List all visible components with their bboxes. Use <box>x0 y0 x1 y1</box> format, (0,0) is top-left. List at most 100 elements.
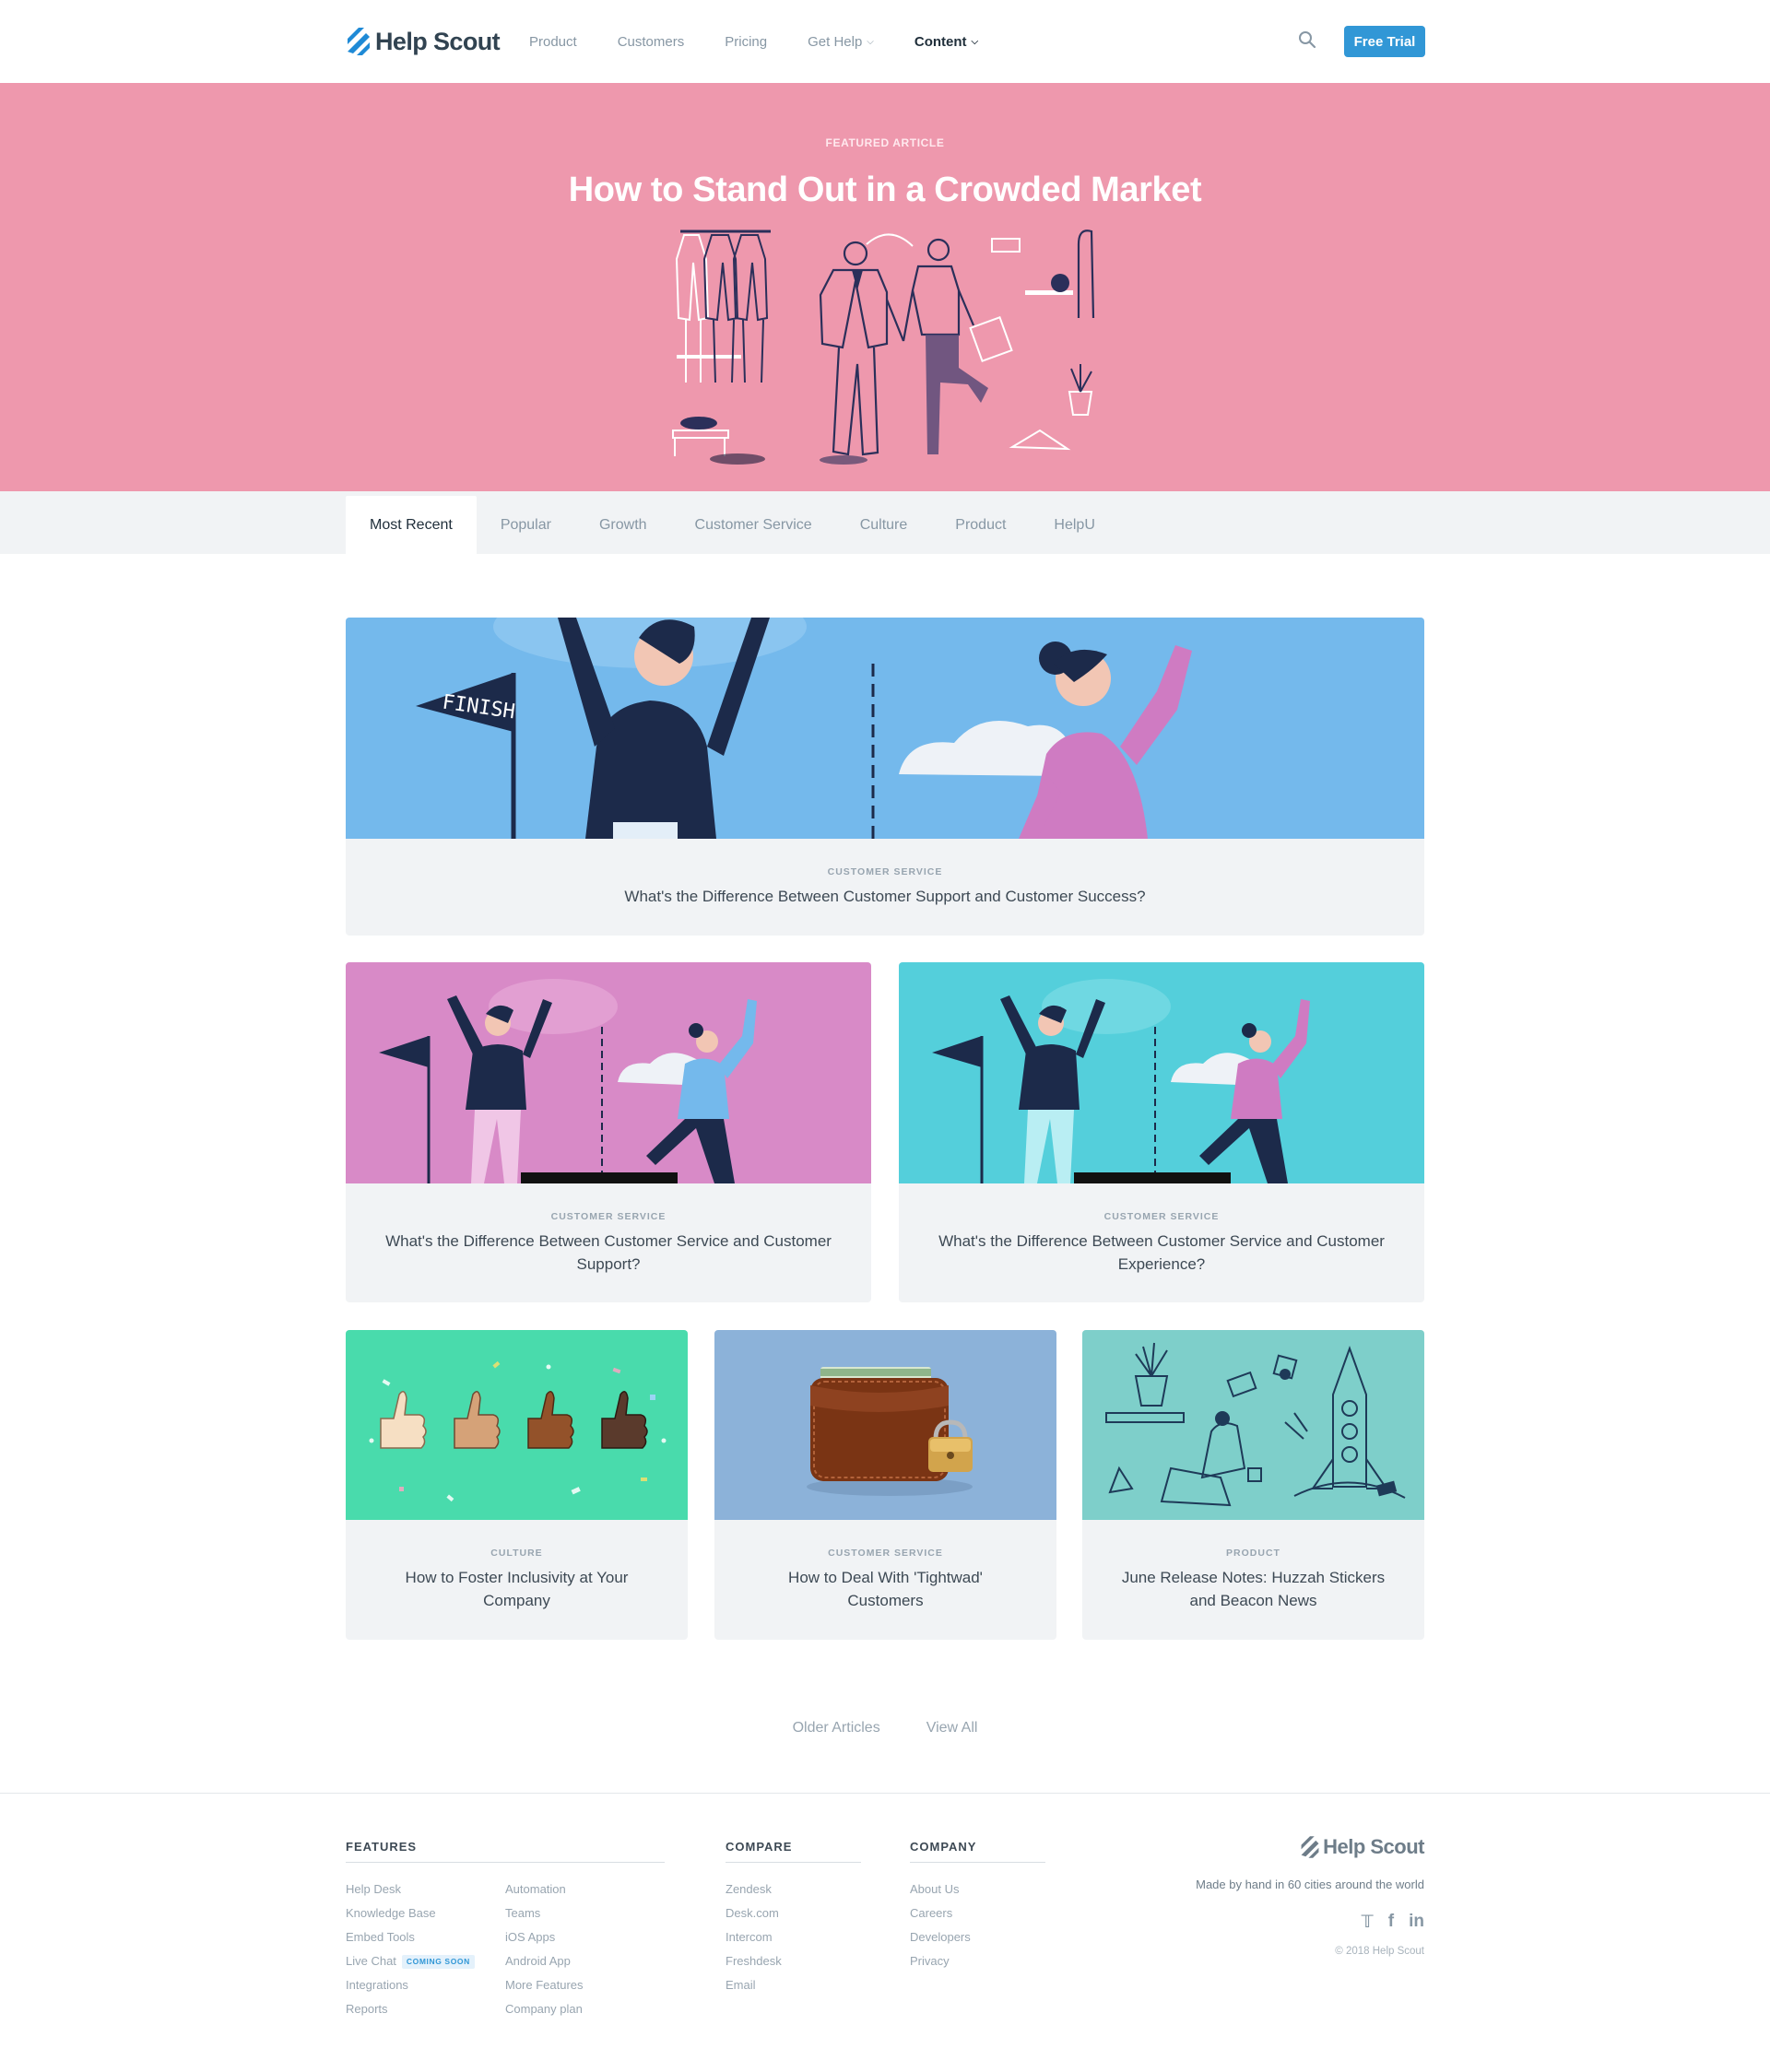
footer-heading: FEATURES <box>346 1840 665 1863</box>
free-trial-button[interactable]: Free Trial <box>1344 26 1425 57</box>
article-card[interactable]: CUSTOMER SERVICE What's the Difference B… <box>899 962 1424 1302</box>
social-links: 𝕋 f in <box>1106 1912 1425 1933</box>
footer-brand: Help Scout Made by hand in 60 cities aro… <box>1106 1835 1424 1957</box>
nav-product[interactable]: Product <box>529 34 577 50</box>
footer-link[interactable]: Integrations <box>346 1973 505 1997</box>
tab-growth[interactable]: Growth <box>575 496 671 554</box>
nav-content[interactable]: Content ⌵ <box>914 34 978 50</box>
nav-label: Pricing <box>725 33 768 50</box>
tab-most-recent[interactable]: Most Recent <box>346 496 477 554</box>
footer-link-live-chat[interactable]: Live Chat COMING SOON <box>346 1949 505 1973</box>
view-all-link[interactable]: View All <box>926 1720 978 1736</box>
footer-link[interactable]: iOS Apps <box>505 1925 665 1949</box>
category-tabs: Most Recent Popular Growth Customer Serv… <box>346 496 1119 554</box>
article-image <box>1082 1330 1424 1520</box>
tab-culture[interactable]: Culture <box>836 496 932 554</box>
article-card[interactable]: PRODUCT June Release Notes: Huzzah Stick… <box>1082 1330 1424 1640</box>
article-category[interactable]: CUSTOMER SERVICE <box>383 1211 834 1222</box>
footer-link[interactable]: Help Desk <box>346 1878 505 1901</box>
nav-get-help[interactable]: Get Help ⌵ <box>808 34 874 50</box>
nav-label: Content <box>914 33 967 50</box>
site-footer: FEATURES Help Desk Knowledge Base Embed … <box>0 1793 1770 2072</box>
logo-text: Help Scout <box>375 27 501 55</box>
article-title[interactable]: What's the Difference Between Customer S… <box>383 885 1387 908</box>
footer-heading: COMPANY <box>910 1840 1045 1863</box>
article-body: CUSTOMER SERVICE What's the Difference B… <box>899 1211 1424 1276</box>
site-header: Help Scout Product Customers Pricing Get… <box>0 0 1770 83</box>
help-scout-logo-icon <box>1301 1836 1319 1858</box>
footer-link[interactable]: Freshdesk <box>726 1949 861 1973</box>
footer-link[interactable]: Privacy <box>910 1949 1045 1973</box>
footer-compare: COMPARE Zendesk Desk.com Intercom Freshd… <box>726 1840 861 1997</box>
featured-title[interactable]: How to Stand Out in a Crowded Market <box>0 171 1770 210</box>
footer-link[interactable]: Email <box>726 1973 861 1997</box>
copyright: © 2018 Help Scout <box>1335 1946 1424 1957</box>
tab-helpu[interactable]: HelpU <box>1030 496 1118 554</box>
footer-link[interactable]: Desk.com <box>726 1901 861 1925</box>
footer-logo-text: Help Scout <box>1323 1835 1424 1858</box>
chevron-down-icon: ⌵ <box>867 36 874 47</box>
article-body: PRODUCT June Release Notes: Huzzah Stick… <box>1082 1548 1424 1612</box>
linkedin-icon[interactable]: in <box>1409 1912 1424 1933</box>
article-card[interactable]: CUSTOMER SERVICE What's the Difference B… <box>346 962 871 1302</box>
article-category[interactable]: CULTURE <box>383 1548 651 1559</box>
help-scout-logo[interactable]: Help Scout <box>346 26 501 57</box>
article-image <box>346 1330 688 1520</box>
article-title[interactable]: How to Deal With 'Tightwad' Customers <box>751 1566 1020 1612</box>
article-card[interactable]: FINISH CUSTOMER SERVICE What's the Diffe… <box>346 618 1424 936</box>
hero-illustration <box>672 230 1095 465</box>
footer-link[interactable]: Knowledge Base <box>346 1901 505 1925</box>
footer-tagline: Made by hand in 60 cities around the wor… <box>1196 1878 1424 1891</box>
footer-link[interactable]: Reports <box>346 1997 505 2021</box>
footer-logo[interactable]: Help Scout <box>1300 1835 1424 1859</box>
featured-kicker: FEATURED ARTICLE <box>825 136 945 149</box>
footer-link[interactable]: Zendesk <box>726 1878 861 1901</box>
tab-popular[interactable]: Popular <box>477 496 575 554</box>
nav-label: Customers <box>617 33 685 50</box>
facebook-icon[interactable]: f <box>1388 1912 1394 1933</box>
article-category[interactable]: CUSTOMER SERVICE <box>383 866 1387 877</box>
pagination: Older Articles View All <box>0 1720 1770 1736</box>
article-body: CUSTOMER SERVICE How to Deal With 'Tight… <box>714 1548 1056 1612</box>
article-title[interactable]: What's the Difference Between Customer S… <box>936 1230 1387 1276</box>
article-body: CUSTOMER SERVICE What's the Difference B… <box>346 866 1424 908</box>
footer-link[interactable]: Company plan <box>505 1997 665 2021</box>
article-title[interactable]: June Release Notes: Huzzah Stickers and … <box>1119 1566 1387 1612</box>
footer-link[interactable]: Careers <box>910 1901 1045 1925</box>
older-articles-link[interactable]: Older Articles <box>793 1720 880 1736</box>
article-category[interactable]: CUSTOMER SERVICE <box>936 1211 1387 1222</box>
help-scout-logo-icon <box>348 28 370 55</box>
search-icon[interactable] <box>1298 30 1316 49</box>
nav-customers[interactable]: Customers <box>618 34 685 50</box>
article-card[interactable]: CUSTOMER SERVICE How to Deal With 'Tight… <box>714 1330 1056 1640</box>
article-card[interactable]: CULTURE How to Foster Inclusivity at You… <box>346 1330 688 1640</box>
footer-link[interactable]: Embed Tools <box>346 1925 505 1949</box>
footer-heading: COMPARE <box>726 1840 861 1863</box>
nav-label: Get Help <box>808 33 863 50</box>
category-tabbar: Most Recent Popular Growth Customer Serv… <box>0 491 1770 554</box>
tab-product[interactable]: Product <box>931 496 1030 554</box>
article-category[interactable]: PRODUCT <box>1119 1548 1387 1559</box>
footer-features: FEATURES Help Desk Knowledge Base Embed … <box>346 1840 665 2021</box>
footer-company: COMPANY About Us Careers Developers Priv… <box>910 1840 1045 1973</box>
footer-link[interactable]: Intercom <box>726 1925 861 1949</box>
article-image <box>346 962 871 1183</box>
featured-article-hero[interactable]: FEATURED ARTICLE How to Stand Out in a C… <box>0 83 1770 491</box>
article-category[interactable]: CUSTOMER SERVICE <box>751 1548 1020 1559</box>
article-image <box>714 1330 1056 1520</box>
nav-label: Product <box>529 33 577 50</box>
coming-soon-badge: COMING SOON <box>401 1955 475 1970</box>
article-title[interactable]: What's the Difference Between Customer S… <box>383 1230 834 1276</box>
twitter-icon[interactable]: 𝕋 <box>1362 1912 1374 1933</box>
footer-link-label: Live Chat <box>346 1954 396 1968</box>
chevron-down-icon: ⌵ <box>971 36 979 47</box>
footer-link[interactable]: Teams <box>505 1901 665 1925</box>
footer-link[interactable]: About Us <box>910 1878 1045 1901</box>
tab-customer-service[interactable]: Customer Service <box>671 496 836 554</box>
article-title[interactable]: How to Foster Inclusivity at Your Compan… <box>383 1566 651 1612</box>
footer-link[interactable]: More Features <box>505 1973 665 1997</box>
footer-link[interactable]: Android App <box>505 1949 665 1973</box>
footer-link[interactable]: Automation <box>505 1878 665 1901</box>
nav-pricing[interactable]: Pricing <box>725 34 767 50</box>
footer-link[interactable]: Developers <box>910 1925 1045 1949</box>
